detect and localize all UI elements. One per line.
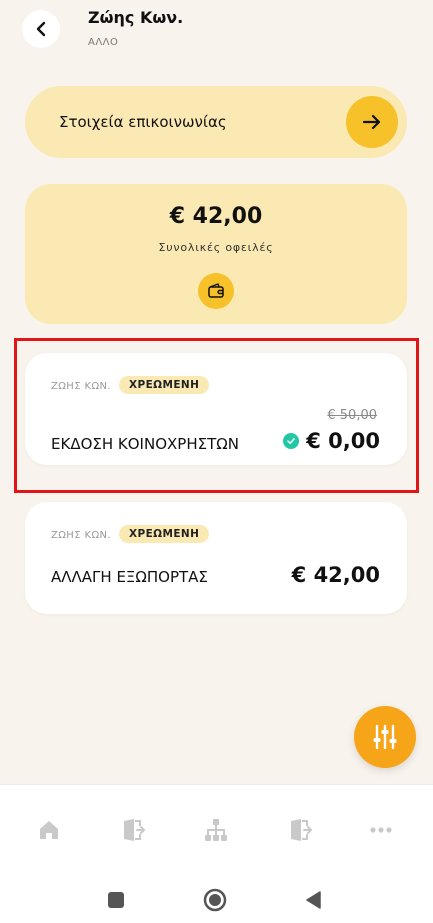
home-icon (40, 821, 58, 839)
filter-button[interactable] (354, 706, 416, 768)
system-navigation-bar (0, 883, 433, 913)
circle-icon (203, 888, 227, 912)
triangle-back-icon (306, 891, 321, 909)
item-old-price: € 50,00 (327, 408, 377, 423)
chevron-left-icon (36, 21, 46, 37)
hierarchy-icon (205, 819, 227, 841)
nav-more[interactable] (366, 816, 396, 844)
contact-info-label: Στοιχεία επικοινωνίας (59, 113, 227, 131)
recent-apps-button[interactable] (105, 889, 127, 911)
contact-info-arrow-button[interactable] (346, 96, 398, 148)
check-circle-icon (283, 433, 299, 449)
status-badge: ΧΡΕΩΜΕΝΗ (119, 525, 210, 543)
more-icon (370, 827, 392, 833)
contact-info-card[interactable]: Στοιχεία επικοινωνίας (25, 86, 407, 158)
item-name: ΕΚΔΟΣΗ ΚΟΙΝΟΧΡΗΣΤΩΝ (51, 435, 239, 453)
sliders-icon (373, 724, 397, 750)
nav-structure[interactable] (201, 816, 231, 844)
page-title: Ζώης Κων. (88, 8, 184, 27)
total-debts-card: € 42,00 Συνολικές οφειλές (25, 184, 407, 324)
item-owner: ΖΩΗΣ ΚΩΝ. (51, 381, 111, 392)
nav-home[interactable] (34, 816, 64, 844)
back-system-button[interactable] (302, 889, 324, 911)
square-icon (108, 892, 124, 908)
total-label: Συνολικές οφειλές (158, 241, 274, 254)
nav-exits[interactable] (285, 816, 315, 844)
nav-entrances[interactable] (118, 816, 148, 844)
item-price: € 0,00 (306, 429, 380, 453)
back-button[interactable] (22, 10, 60, 48)
door-exit-icon (291, 819, 313, 841)
home-system-button[interactable] (202, 887, 228, 913)
item-price: € 42,00 (291, 563, 380, 587)
charge-item-card[interactable]: ΖΩΗΣ ΚΩΝ. ΧΡΕΩΜΕΝΗ ΕΚΔΟΣΗ ΚΟΙΝΟΧΡΗΣΤΩΝ €… (25, 353, 407, 465)
item-name: ΑΛΛΑΓΗ ΕΞΩΠΟΡΤΑΣ (51, 568, 208, 586)
wallet-button[interactable] (198, 273, 234, 309)
bottom-navigation (0, 784, 433, 923)
arrow-right-icon (362, 114, 381, 130)
wallet-icon (208, 283, 224, 298)
total-amount: € 42,00 (169, 204, 263, 229)
status-badge: ΧΡΕΩΜΕΝΗ (119, 376, 210, 394)
page-subtitle: ΑΛΛΟ (88, 37, 119, 48)
charge-item-card[interactable]: ΖΩΗΣ ΚΩΝ. ΧΡΕΩΜΕΝΗ ΑΛΛΑΓΗ ΕΞΩΠΟΡΤΑΣ € 42… (25, 502, 407, 614)
door-exit-icon (124, 819, 146, 841)
item-owner: ΖΩΗΣ ΚΩΝ. (51, 530, 111, 541)
